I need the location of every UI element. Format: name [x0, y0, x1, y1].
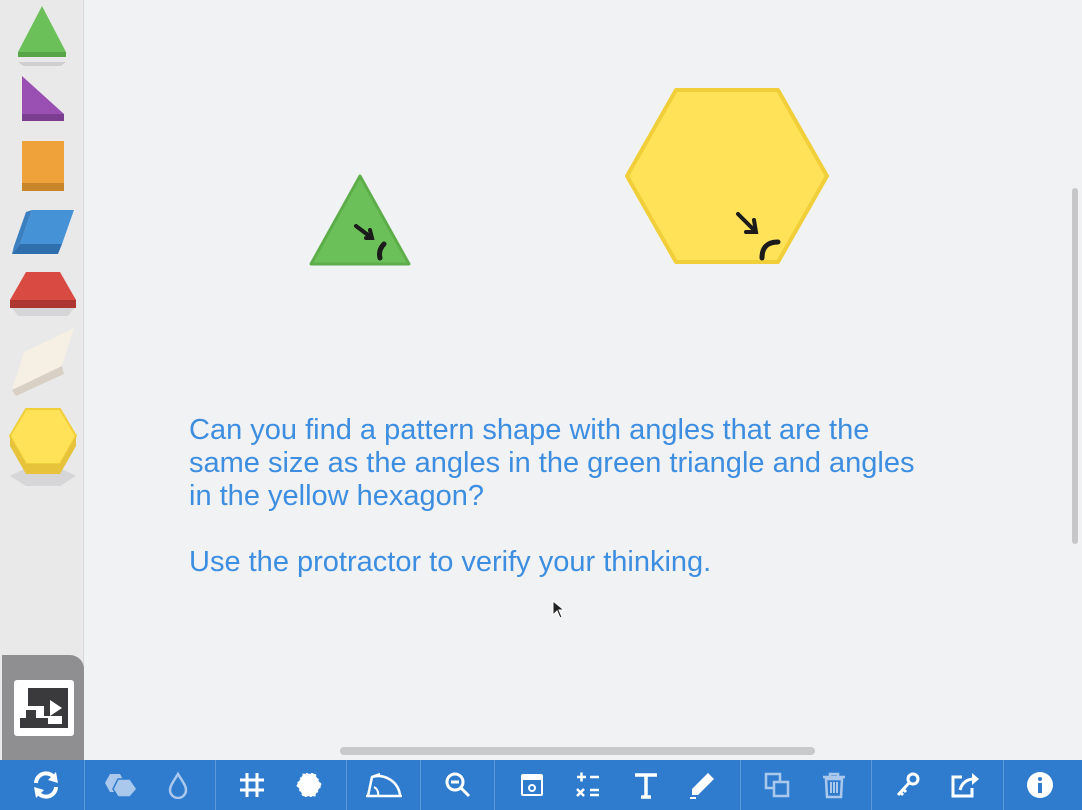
text-icon	[635, 773, 657, 799]
refresh-icon	[34, 771, 58, 799]
fill-color-button[interactable]	[154, 760, 202, 810]
protractor-icon	[366, 772, 402, 798]
palette-red-trapezoid[interactable]	[8, 270, 78, 320]
calculator-button[interactable]	[564, 760, 612, 810]
trash-icon	[823, 772, 845, 799]
stamp-panel	[2, 655, 84, 760]
palette-purple-triangle[interactable]	[20, 74, 66, 128]
reveal-card-icon	[521, 774, 543, 796]
share-icon	[951, 773, 979, 798]
vertical-scrollbar[interactable]	[1072, 188, 1078, 544]
mouse-cursor-icon	[552, 600, 566, 619]
duplicate-button[interactable]	[753, 760, 801, 810]
prompt-line-4: Use the protractor to verify your thinki…	[189, 546, 712, 578]
delete-button[interactable]	[810, 760, 858, 810]
palette-orange-square[interactable]	[21, 140, 65, 194]
info-button[interactable]	[1016, 760, 1064, 810]
grid-icon	[240, 773, 264, 797]
text-button[interactable]	[622, 760, 670, 810]
info-icon	[1027, 772, 1053, 798]
prompt-line-3: in the yellow hexagon?	[189, 480, 485, 512]
prompt-line-2: same size as the angles in the green tri…	[189, 447, 915, 479]
reveal-card-button[interactable]	[508, 760, 556, 810]
workspace-canvas[interactable]	[85, 0, 1082, 760]
refresh-button[interactable]	[22, 760, 70, 810]
fill-drop-icon	[168, 771, 188, 799]
grid-button[interactable]	[228, 760, 276, 810]
palette-yellow-hexagon[interactable]	[8, 406, 78, 490]
canvas-yellow-hexagon[interactable]	[624, 86, 830, 268]
task-prompt: Can you find a pattern shape with angles…	[189, 414, 989, 579]
zoom-out-button[interactable]	[434, 760, 482, 810]
stamp-icon	[20, 688, 68, 728]
snap-hexagon-icon	[295, 772, 323, 798]
key-icon	[896, 772, 920, 797]
share-button[interactable]	[941, 760, 989, 810]
zoom-out-icon	[445, 772, 471, 798]
snap-button[interactable]	[285, 760, 333, 810]
duplicate-icon	[764, 772, 790, 798]
palette-tan-rhombus[interactable]	[10, 326, 76, 398]
prompt-line-1: Can you find a pattern shape with angles…	[189, 414, 870, 446]
shape-palette	[0, 0, 84, 760]
key-button[interactable]	[884, 760, 932, 810]
horizontal-scrollbar[interactable]	[340, 747, 815, 755]
protractor-button[interactable]	[360, 760, 408, 810]
pencil-icon	[690, 773, 714, 799]
shapes-button[interactable]	[97, 760, 145, 810]
stamp-button[interactable]	[14, 680, 74, 736]
palette-blue-rhombus[interactable]	[10, 208, 76, 258]
calculator-icon	[576, 772, 599, 797]
palette-green-triangle[interactable]	[16, 4, 68, 66]
shapes-icon	[105, 774, 138, 798]
pencil-button[interactable]	[678, 760, 726, 810]
bottom-toolbar	[0, 760, 1082, 810]
canvas-green-triangle[interactable]	[306, 172, 414, 268]
